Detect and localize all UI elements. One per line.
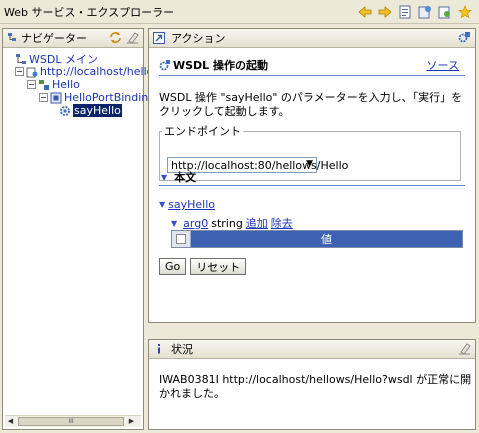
clear-status-eraser-icon[interactable]: [458, 342, 471, 358]
main-toolbar: [356, 3, 473, 20]
method-node[interactable]: ▼ sayHello: [159, 198, 215, 211]
wsdl-pane-icon[interactable]: [458, 31, 471, 47]
method-link[interactable]: sayHello: [168, 198, 215, 211]
expand-triangle-icon[interactable]: ▼: [171, 219, 177, 228]
select-all-checkbox[interactable]: [176, 234, 186, 244]
value-table-header: 値: [171, 230, 463, 248]
actions-title: アクション: [171, 32, 226, 45]
tree-label-operation[interactable]: sayHello: [73, 104, 122, 117]
endpoint-select-value: http://localhost:80/hellows/Hello: [171, 158, 349, 172]
status-pane: 状況 IWAB0381I http://localhost/hellows/He…: [148, 339, 476, 430]
expand-triangle-icon[interactable]: ▼: [161, 173, 167, 182]
status-message: IWAB0381I http://localhost/hellows/Hello…: [159, 373, 472, 400]
binding-icon: [50, 92, 62, 104]
expand-triangle-icon[interactable]: ▼: [159, 200, 165, 209]
select-all-cell: [172, 231, 191, 247]
wsdl-document-icon: [26, 66, 38, 78]
forward-arrow-icon[interactable]: [376, 3, 393, 20]
collapse-toggle[interactable]: −: [39, 93, 48, 102]
operation-gear-icon: [159, 59, 171, 71]
uddi-page-icon[interactable]: [416, 3, 433, 20]
status-header: 状況: [149, 340, 475, 359]
tree-node-service[interactable]: − Hello: [27, 78, 80, 91]
horizontal-scrollbar[interactable]: ◀ III ▶: [5, 415, 141, 427]
title-bar: Web サービス・エクスプローラー: [0, 0, 479, 24]
argument-name-link[interactable]: arg0: [183, 217, 208, 230]
argument-row: ▼ arg0 string 追加 除去: [171, 215, 293, 231]
window-title: Web サービス・エクスプローラー: [4, 5, 175, 19]
body-section-header[interactable]: ▼ 本文: [159, 169, 196, 185]
collapse-toggle[interactable]: −: [27, 80, 36, 89]
action-buttons: Go リセット: [159, 258, 247, 275]
tree-node-operation[interactable]: sayHello: [59, 104, 122, 117]
service-icon: [38, 79, 50, 91]
clear-eraser-icon[interactable]: [126, 31, 139, 47]
operation-heading: WSDL 操作の起動: [173, 59, 269, 72]
navigator-toolbar: [109, 31, 139, 47]
value-column-header: 値: [191, 231, 462, 247]
navigator-title: ナビゲーター: [21, 32, 87, 45]
favorites-star-icon[interactable]: [456, 3, 473, 20]
dropdown-arrow-icon[interactable]: ▼: [306, 159, 313, 169]
body-section-label: 本文: [174, 171, 197, 184]
operation-heading-row: WSDL 操作の起動 ソース: [159, 57, 465, 73]
reset-button[interactable]: リセット: [190, 258, 247, 275]
wsil-page-icon[interactable]: [436, 3, 453, 20]
status-title: 状況: [171, 343, 193, 356]
wsdl-main-icon: [15, 53, 27, 65]
body-divider: [159, 185, 465, 186]
add-link[interactable]: 追加: [246, 215, 268, 231]
collapse-toggle[interactable]: −: [15, 67, 24, 76]
operation-description: WSDL 操作 "sayHello" のパラメーターを入力し、「実行」をクリック…: [159, 91, 463, 118]
refresh-icon[interactable]: [109, 31, 122, 47]
navigator-header: ナビゲーター: [3, 29, 143, 48]
source-link[interactable]: ソース: [427, 57, 459, 73]
go-button[interactable]: Go: [159, 258, 187, 275]
actions-header: アクション: [149, 29, 475, 48]
scroll-thumb[interactable]: III: [18, 417, 124, 426]
endpoint-legend: エンドポイント: [164, 125, 241, 138]
scroll-right-icon[interactable]: ▶: [126, 416, 137, 427]
endpoint-group: エンドポイント http://localhost:80/hellows/Hell…: [159, 123, 461, 181]
tree-label-binding[interactable]: HelloPortBinding: [64, 91, 155, 104]
heading-divider: [159, 75, 465, 76]
scroll-left-icon[interactable]: ◀: [5, 416, 16, 427]
navigator-tree: WSDL メイン − http://localhost/hellows/ − H…: [3, 48, 172, 117]
remove-link[interactable]: 除去: [271, 215, 293, 231]
navigator-icon: [7, 32, 19, 44]
tree-label-service[interactable]: Hello: [52, 78, 80, 91]
info-icon: [153, 343, 165, 355]
wsdl-page-icon[interactable]: [396, 3, 413, 20]
navigator-pane: ナビゲーター WSDL メイン − http://localhost/hello…: [2, 28, 172, 430]
argument-type: string: [211, 216, 243, 230]
operation-gear-icon: [59, 105, 71, 117]
action-arrow-icon: [153, 32, 165, 44]
back-arrow-icon[interactable]: [356, 3, 373, 20]
tree-node-wsdl-main[interactable]: WSDL メイン: [15, 52, 98, 66]
actions-pane: アクション WSDL 操作の起動 ソース WSDL 操作 "sayHello" …: [148, 28, 476, 323]
tree-node-binding[interactable]: − HelloPortBinding: [39, 91, 155, 104]
